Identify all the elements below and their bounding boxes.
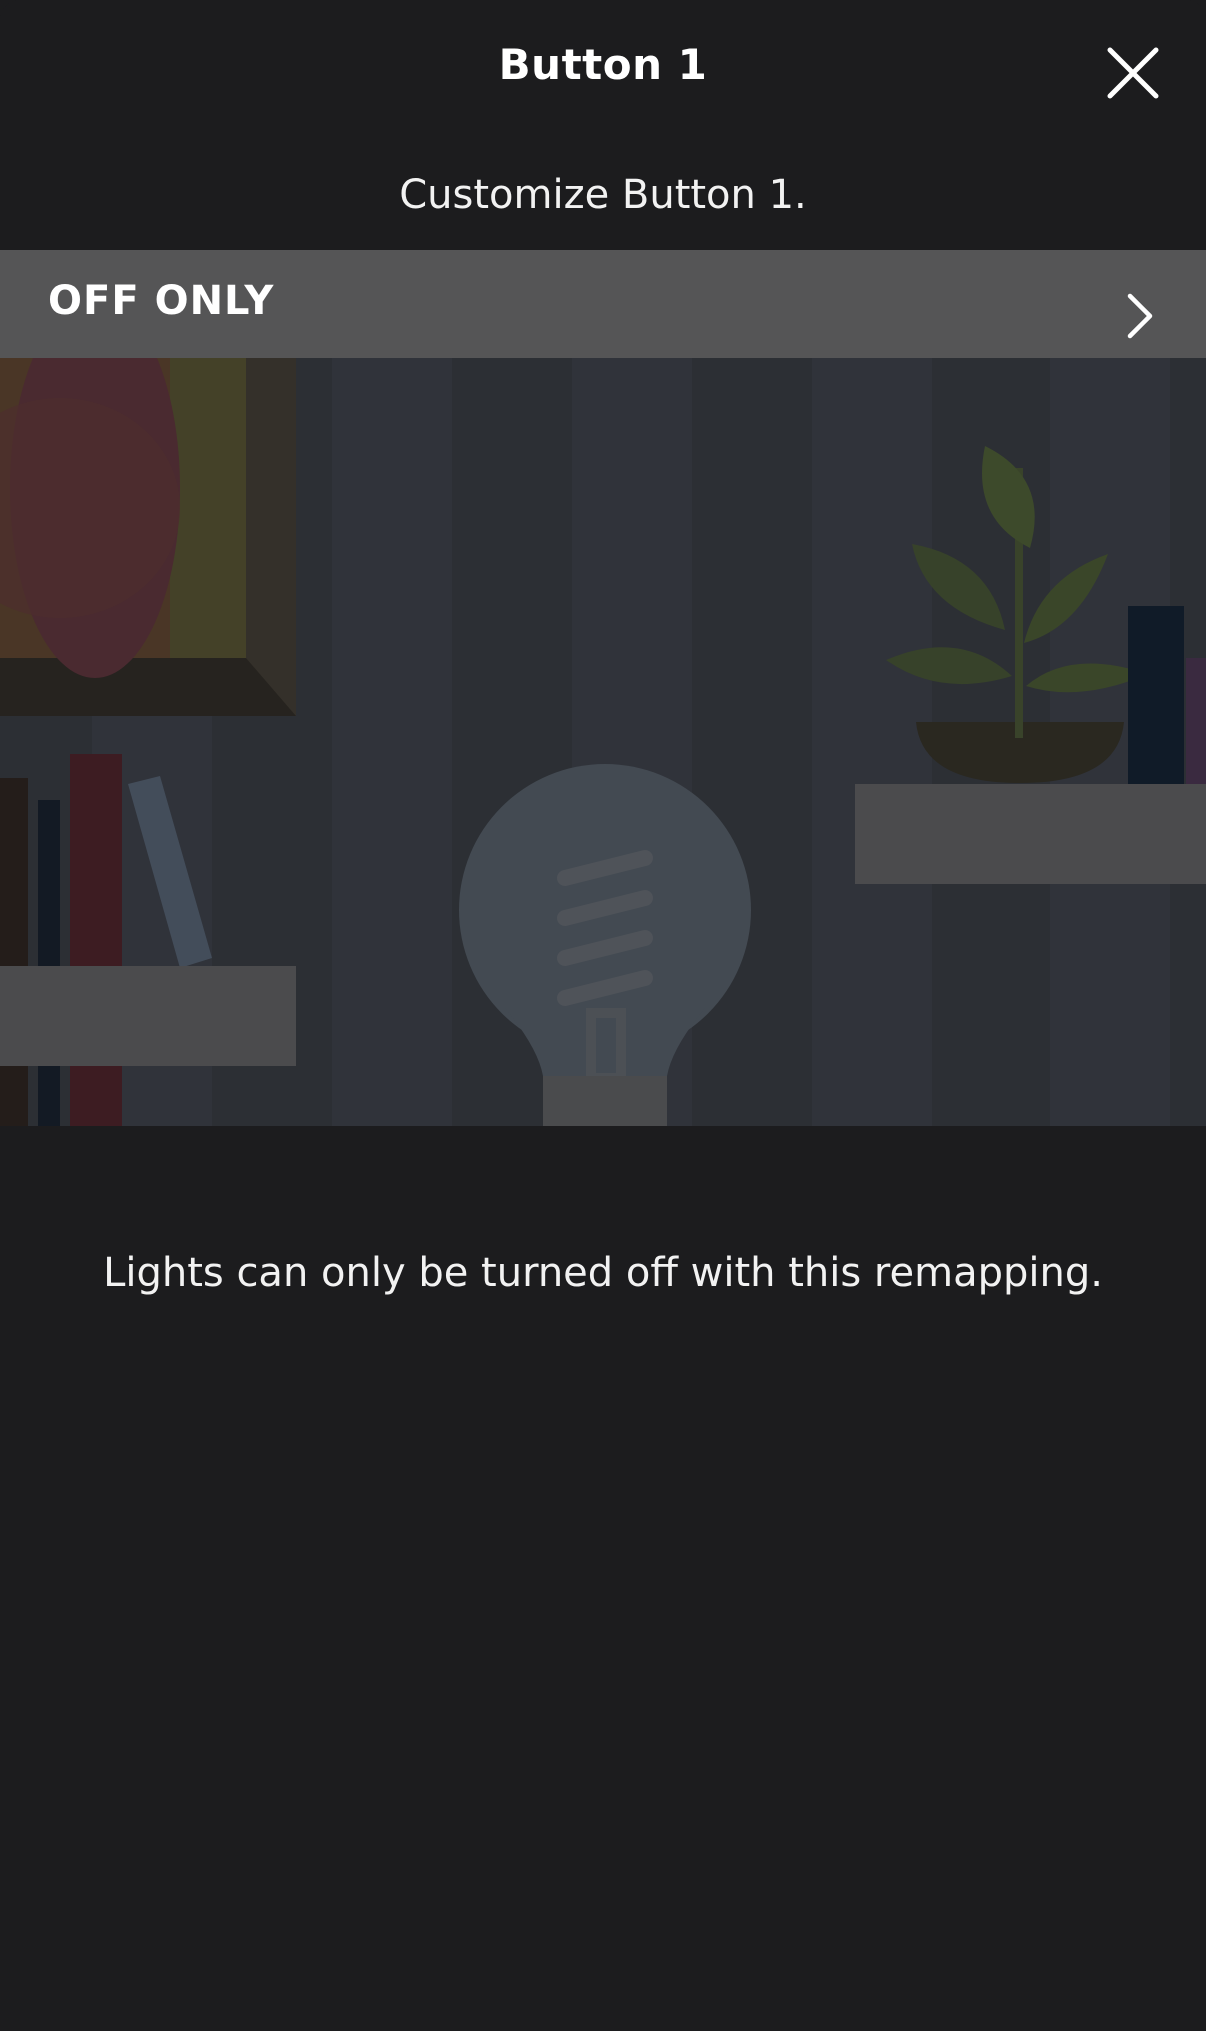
header: Button 1	[0, 0, 1206, 140]
close-icon	[1107, 47, 1159, 99]
page-title: Button 1	[498, 40, 708, 89]
mode-selector-value: OFF ONLY	[48, 278, 275, 324]
mode-description: Lights can only be turned off with this …	[103, 1250, 1103, 1296]
close-button[interactable]	[1105, 45, 1161, 101]
customize-button-sheet: Button 1 Customize Button 1. OFF ONLY Li…	[0, 0, 1206, 2031]
chevron-right-icon	[1127, 293, 1153, 339]
mode-selector[interactable]: OFF ONLY	[0, 250, 1206, 358]
shelf-scene-illustration	[0, 358, 1206, 1126]
subtitle: Customize Button 1.	[399, 172, 807, 218]
